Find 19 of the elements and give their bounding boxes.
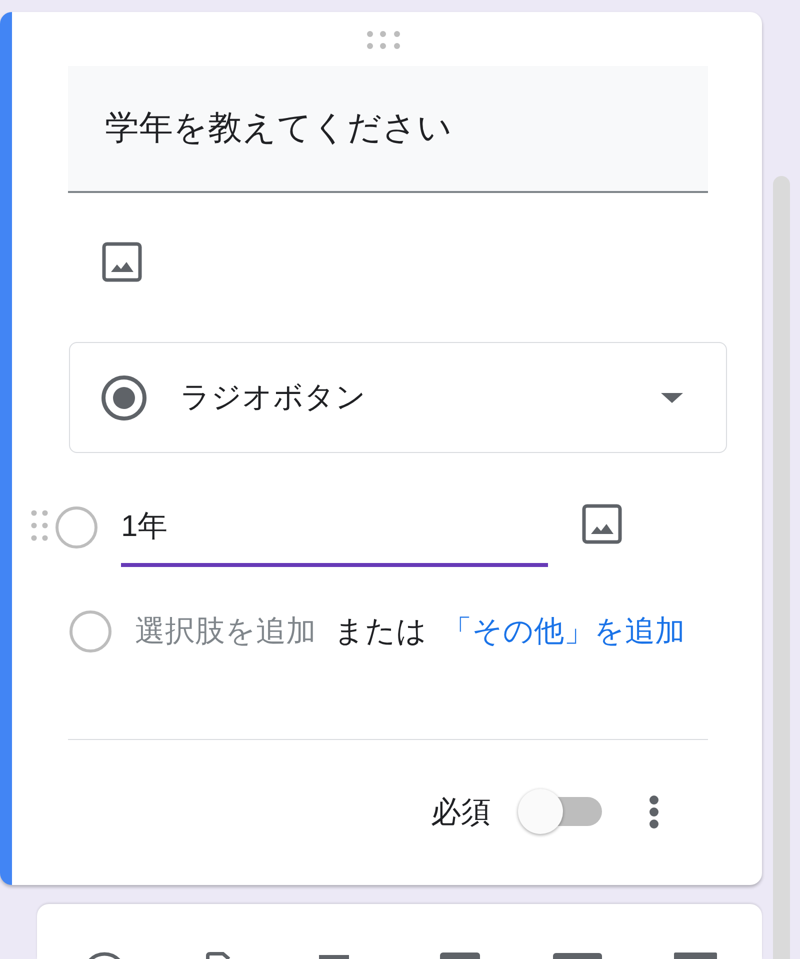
image-icon[interactable] — [582, 504, 622, 544]
dropdown-caret-icon — [661, 392, 683, 402]
add-other-link[interactable]: 「その他」を追加 — [442, 609, 685, 654]
question-title-field[interactable]: 学年を教えてください — [68, 66, 708, 193]
radio-circle-icon — [55, 506, 98, 549]
add-option-button[interactable]: 選択肢を追加 — [135, 609, 316, 654]
required-toggle[interactable] — [518, 789, 602, 835]
radio-button-icon — [101, 374, 147, 420]
required-label: 必須 — [431, 794, 491, 830]
image-icon[interactable] — [102, 242, 142, 282]
or-text: または — [334, 614, 427, 650]
more-options-icon[interactable] — [649, 795, 659, 829]
question-type-dropdown[interactable]: ラジオボタン — [69, 342, 727, 453]
drag-handle-icon[interactable] — [366, 30, 401, 50]
option-field[interactable]: 1年 — [121, 504, 548, 567]
scrollbar[interactable] — [773, 176, 790, 959]
bar-icon[interactable] — [319, 952, 349, 959]
radio-circle-icon — [69, 610, 112, 653]
drag-handle-icon[interactable] — [31, 510, 48, 541]
